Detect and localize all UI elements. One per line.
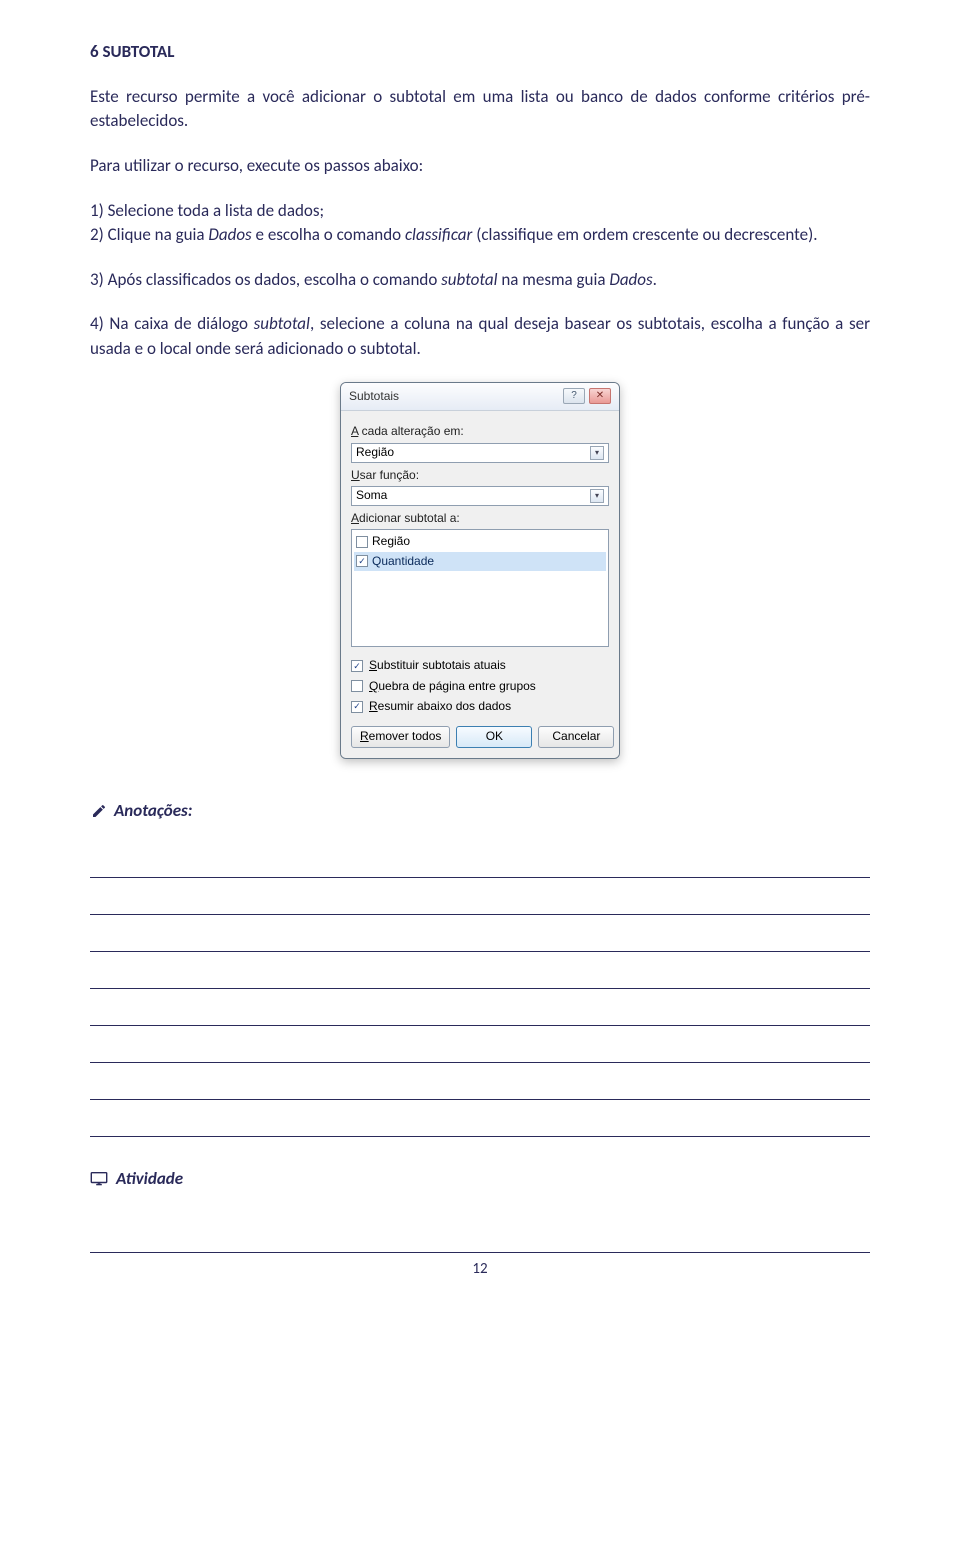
atividade-label: Atividade [116, 1167, 183, 1192]
step2-text-mid: e escolha o comando [252, 224, 405, 245]
select-funcao-value: Soma [356, 487, 387, 504]
select-funcao[interactable]: Soma ▾ [351, 486, 609, 506]
checkbox-resumir[interactable]: ✓ Resumir abaixo dos dados [351, 698, 609, 715]
listbox-subtotal-columns[interactable]: Região ✓ Quantidade [351, 529, 609, 647]
anotacoes-label: Anotações: [114, 799, 192, 824]
blank-line [90, 952, 870, 989]
step4-pre: 4) Na caixa de diálogo [90, 313, 254, 334]
label-usar-funcao: Usar função: [351, 467, 609, 484]
ok-button[interactable]: OK [456, 726, 532, 748]
checkbox-icon[interactable] [356, 536, 368, 548]
list-item[interactable]: ✓ Quantidade [354, 552, 606, 571]
blank-line [90, 1100, 870, 1137]
checkbox-quebra-pagina[interactable]: Quebra de página entre grupos [351, 678, 609, 695]
monitor-icon [90, 1172, 108, 1186]
blank-line [90, 841, 870, 878]
blank-line [90, 878, 870, 915]
checkbox-substituir[interactable]: ✓ Substituir subtotais atuais [351, 657, 609, 674]
checkbox-label: Quebra de página entre grupos [369, 678, 536, 695]
atividade-heading: Atividade [90, 1167, 870, 1192]
select-alteracao-em[interactable]: Região ▾ [351, 443, 609, 463]
chevron-down-icon[interactable]: ▾ [590, 489, 604, 503]
select-alteracao-value: Região [356, 444, 394, 461]
checkbox-icon[interactable]: ✓ [351, 660, 363, 672]
label-adicionar-subtotal: Adicionar subtotal a: [351, 510, 609, 527]
paragraph-step-1-2: 1) Selecione toda a lista de dados; 2) C… [90, 199, 870, 248]
anotacoes-lines [90, 841, 870, 1137]
list-item[interactable]: Região [354, 532, 606, 551]
anotacoes-heading: Anotações: [90, 799, 870, 824]
checkbox-label: Substituir subtotais atuais [369, 657, 506, 674]
step4-subtotal: subtotal [254, 313, 310, 334]
section-heading: 6 SUBTOTAL [90, 40, 870, 65]
step3-mid: na mesma guia [498, 269, 610, 290]
subtotais-dialog: Subtotais ? ✕ A cada alteração em: Regiã… [340, 382, 620, 759]
blank-line [90, 1026, 870, 1063]
label-a-cada-alteracao: A cada alteração em: [351, 423, 609, 440]
close-icon[interactable]: ✕ [589, 388, 611, 404]
page-number: 12 [472, 1260, 487, 1278]
step3-subtotal: subtotal [441, 269, 497, 290]
cancelar-button[interactable]: Cancelar [538, 726, 614, 748]
paragraph-step-3: 3) Após classificados os dados, escolha … [90, 268, 870, 293]
list-item-label: Quantidade [372, 553, 434, 570]
step1-text: 1) Selecione toda a lista de dados; [90, 200, 324, 221]
remover-todos-button[interactable]: Remover todos [351, 726, 450, 748]
paragraph-intro: Este recurso permite a você adicionar o … [90, 85, 870, 134]
list-item-label: Região [372, 533, 410, 550]
paragraph-steps-intro: Para utilizar o recurso, execute os pass… [90, 154, 870, 179]
checkbox-icon[interactable]: ✓ [356, 555, 368, 567]
page-footer: 12 [90, 1252, 870, 1281]
step2-dados: Dados [208, 224, 251, 245]
checkbox-label: Resumir abaixo dos dados [369, 698, 511, 715]
step3-post: . [653, 269, 657, 290]
chevron-down-icon[interactable]: ▾ [590, 446, 604, 460]
step2-text-pre: 2) Clique na guia [90, 224, 208, 245]
help-icon[interactable]: ? [563, 388, 585, 404]
step3-dados: Dados [609, 269, 652, 290]
blank-line [90, 1063, 870, 1100]
step3-pre: 3) Após classificados os dados, escolha … [90, 269, 441, 290]
step2-text-post: (classifique em ordem crescente ou decre… [472, 224, 817, 245]
checkbox-icon[interactable] [351, 680, 363, 692]
paragraph-step-4: 4) Na caixa de diálogo subtotal, selecio… [90, 312, 870, 361]
dialog-titlebar: Subtotais ? ✕ [341, 383, 619, 411]
blank-line [90, 915, 870, 952]
step2-classificar: classificar [405, 224, 472, 245]
checkbox-icon[interactable]: ✓ [351, 701, 363, 713]
dialog-title: Subtotais [349, 388, 399, 405]
blank-line [90, 989, 870, 1026]
pencil-icon [90, 802, 108, 820]
